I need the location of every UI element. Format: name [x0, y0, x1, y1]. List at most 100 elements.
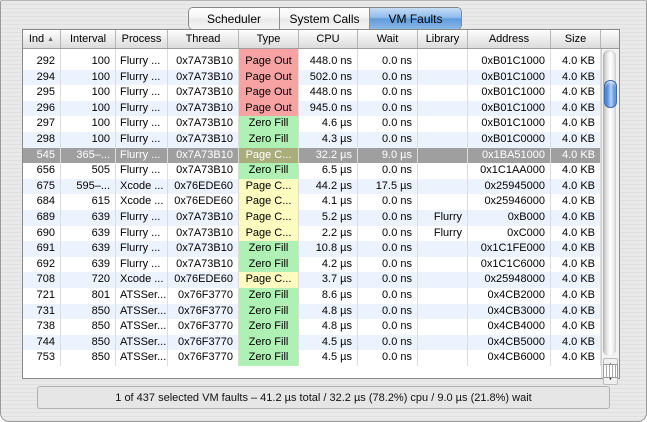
table-row[interactable]: 753 850 ATSSer... 0x76F3770 Zero Fill 4.… [23, 350, 601, 366]
cell-type: Zero Fill [239, 288, 299, 304]
view-tab-bar: Scheduler System Calls VM Faults [188, 7, 462, 30]
cell-wait: 9.0 µs [358, 148, 418, 164]
tab-vm-faults[interactable]: VM Faults [369, 8, 461, 29]
column-header-thread[interactable]: Thread [168, 30, 239, 48]
table-row[interactable]: 298 100 Flurry ... 0x7A73B10 Zero Fill 4… [23, 132, 601, 148]
cell-type: Page Out [239, 101, 299, 117]
cell-library [418, 54, 468, 70]
scrollbar-track[interactable] [603, 50, 616, 356]
column-header-wait[interactable]: Wait [358, 30, 418, 48]
status-text: 1 of 437 selected VM faults – 41.2 µs to… [115, 392, 531, 404]
cell-process: Flurry ... [116, 241, 168, 257]
cell-size: 4.0 KB [551, 54, 601, 70]
table-row[interactable]: 295 100 Flurry ... 0x7A73B10 Page Out 44… [23, 85, 601, 101]
column-header-type[interactable]: Type [239, 30, 299, 48]
cell-wait: 0.0 ns [358, 101, 418, 117]
cell-thread: 0x76EDE60 [168, 194, 239, 210]
table-row[interactable]: 296 100 Flurry ... 0x7A73B10 Page Out 94… [23, 101, 601, 117]
tab-scheduler[interactable]: Scheduler [189, 8, 279, 29]
table-row[interactable]: 744 850 ATSSer... 0x76F3770 Zero Fill 4.… [23, 335, 601, 351]
cell-cpu: 448.0 ns [299, 54, 358, 70]
cell-type: Page Out [239, 70, 299, 86]
tab-vm-faults-label: VM Faults [388, 12, 442, 26]
cell-address: 0x1BA51000 [468, 148, 551, 164]
cell-library [418, 288, 468, 304]
cell-size: 4.0 KB [551, 70, 601, 86]
table-row[interactable]: 297 100 Flurry ... 0x7A73B10 Zero Fill 4… [23, 116, 601, 132]
cell-type: Zero Fill [239, 241, 299, 257]
cell-ind: 297 [23, 116, 61, 132]
column-header-library[interactable]: Library [418, 30, 468, 48]
tab-system-calls[interactable]: System Calls [279, 8, 369, 29]
cell-thread: 0x7A73B10 [168, 85, 239, 101]
table-row[interactable]: 656 505 Flurry ... 0x7A73B10 Zero Fill 6… [23, 163, 601, 179]
cell-address: 0xB000 [468, 210, 551, 226]
table-row[interactable]: 731 850 ATSSer... 0x76F3770 Zero Fill 4.… [23, 304, 601, 320]
column-header-cpu[interactable]: CPU [299, 30, 358, 48]
cell-process: Flurry ... [116, 54, 168, 70]
cell-address: 0xB01C0000 [468, 132, 551, 148]
cell-wait: 0.0 ns [358, 132, 418, 148]
cell-process: Flurry ... [116, 148, 168, 164]
table-row[interactable]: 292 100 Flurry ... 0x7A73B10 Page Out 44… [23, 54, 601, 70]
vm-faults-table: Ind▲IntervalProcessThreadTypeCPUWaitLibr… [22, 29, 620, 379]
cell-thread: 0x76F3770 [168, 350, 239, 366]
column-header-interval[interactable]: Interval [61, 30, 116, 48]
cell-cpu: 4.1 µs [299, 194, 358, 210]
cell-ind: 753 [23, 350, 61, 366]
table-row[interactable]: 721 801 ATSSer... 0x76F3770 Zero Fill 8.… [23, 288, 601, 304]
table-row[interactable]: 545 365–... Flurry ... 0x7A73B10 Page C.… [23, 148, 601, 164]
table-row[interactable]: 689 639 Flurry ... 0x7A73B10 Page C... 5… [23, 210, 601, 226]
table-row[interactable]: 684 615 Xcode ... 0x76EDE60 Page C... 4.… [23, 194, 601, 210]
cell-address: 0x25946000 [468, 194, 551, 210]
cell-cpu: 5.2 µs [299, 210, 358, 226]
scrollbar-thumb[interactable] [604, 80, 617, 108]
column-grid-icon[interactable] [603, 364, 618, 378]
cell-cpu: 3.7 µs [299, 272, 358, 288]
cell-wait: 0.0 ns [358, 241, 418, 257]
cell-address: 0xB01C1000 [468, 101, 551, 117]
table-row[interactable]: 692 639 Flurry ... 0x7A73B10 Zero Fill 4… [23, 257, 601, 273]
cell-library [418, 319, 468, 335]
cell-wait: 0.0 ns [358, 335, 418, 351]
cell-size: 4.0 KB [551, 85, 601, 101]
column-header-process[interactable]: Process [116, 30, 168, 48]
table-row[interactable]: 294 100 Flurry ... 0x7A73B10 Page Out 50… [23, 70, 601, 86]
cell-process: Flurry ... [116, 70, 168, 86]
cell-wait: 0.0 ns [358, 163, 418, 179]
cell-wait: 0.0 ns [358, 288, 418, 304]
cell-address: 0x25945000 [468, 179, 551, 195]
vertical-scrollbar[interactable]: ▲ ▼ [601, 49, 619, 378]
cell-address: 0x4CB3000 [468, 304, 551, 320]
table-row[interactable]: 738 850 ATSSer... 0x76F3770 Zero Fill 4.… [23, 319, 601, 335]
cell-ind: 731 [23, 304, 61, 320]
column-header-size[interactable]: Size [551, 30, 601, 48]
table-row[interactable]: 691 639 Flurry ... 0x7A73B10 Zero Fill 1… [23, 241, 601, 257]
cell-interval: 850 [61, 319, 116, 335]
cell-process: ATSSer... [116, 288, 168, 304]
table-row[interactable]: 690 639 Flurry ... 0x7A73B10 Page C... 2… [23, 226, 601, 242]
cell-interval: 100 [61, 54, 116, 70]
cell-size: 4.0 KB [551, 132, 601, 148]
cell-size: 4.0 KB [551, 241, 601, 257]
column-header-ind[interactable]: Ind▲ [23, 30, 61, 48]
column-header-address[interactable]: Address [468, 30, 551, 48]
cell-address: 0xB01C1000 [468, 116, 551, 132]
cell-process: ATSSer... [116, 350, 168, 366]
cell-process: Flurry ... [116, 210, 168, 226]
cell-interval: 595–... [61, 179, 116, 195]
column-header-label: Size [565, 33, 586, 45]
cell-type: Page Out [239, 85, 299, 101]
cell-address: 0xC000 [468, 226, 551, 242]
cell-cpu: 4.8 µs [299, 304, 358, 320]
cell-process: Flurry ... [116, 132, 168, 148]
table-row[interactable]: 675 595–... Xcode ... 0x76EDE60 Page C..… [23, 179, 601, 195]
cell-thread: 0x76F3770 [168, 319, 239, 335]
cell-size: 4.0 KB [551, 163, 601, 179]
table-row[interactable]: 708 720 Xcode ... 0x76EDE60 Page C... 3.… [23, 272, 601, 288]
table-header: Ind▲IntervalProcessThreadTypeCPUWaitLibr… [23, 30, 619, 49]
cell-process: Xcode ... [116, 272, 168, 288]
status-bar: 1 of 437 selected VM faults – 41.2 µs to… [37, 386, 610, 409]
column-header-label: Ind [29, 33, 44, 45]
cell-interval: 850 [61, 304, 116, 320]
